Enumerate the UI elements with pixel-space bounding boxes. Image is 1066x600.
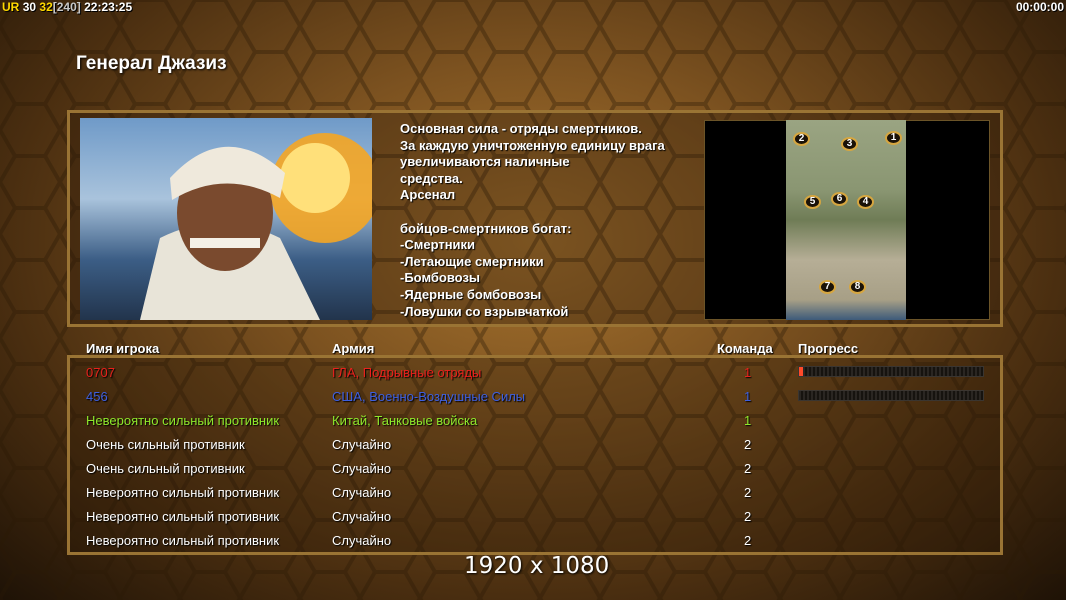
player-team: 2 <box>744 509 752 524</box>
table-row: Очень сильный противник Случайно 2 <box>86 437 986 457</box>
table-row: 456 США, Военно-Воздушные Силы 1 <box>86 389 986 409</box>
player-name: Очень сильный противник <box>86 461 245 476</box>
header-team: Команда <box>717 341 773 356</box>
table-row: Невероятно сильный противник Случайно 2 <box>86 533 986 553</box>
player-army: Случайно <box>332 461 392 476</box>
player-name: Невероятно сильный противник <box>86 509 280 524</box>
start-position-2[interactable]: 2 <box>793 132 810 146</box>
player-name: 456 <box>86 389 108 404</box>
table-row: Очень сильный противник Случайно 2 <box>86 461 986 481</box>
start-position-6[interactable]: 6 <box>831 192 848 206</box>
player-army: Китай, Танковые войска <box>332 413 478 428</box>
player-team: 2 <box>744 461 752 476</box>
general-description: Основная сила - отряды смертников. За ка… <box>400 121 665 319</box>
resolution-label: 1920 x 1080 <box>464 553 610 579</box>
table-row: 0707 ГЛА, Подрывные отряды 1 <box>86 365 986 385</box>
start-position-1[interactable]: 1 <box>885 131 902 145</box>
table-row: Невероятно сильный противник Случайно 2 <box>86 485 986 505</box>
general-portrait <box>80 118 372 320</box>
ur-label: UR <box>2 0 20 14</box>
player-army: Случайно <box>332 485 392 500</box>
header-progress: Прогресс <box>798 341 859 356</box>
player-army: США, Военно-Воздушные Силы <box>332 389 526 404</box>
start-position-8[interactable]: 8 <box>849 280 866 294</box>
portrait-image <box>140 133 372 320</box>
player-name: Невероятно сильный противник <box>86 485 280 500</box>
player-name: Невероятно сильный противник <box>86 413 280 428</box>
fps-value-2: 32 <box>39 0 53 14</box>
map-preview[interactable]: 2 1 3 5 6 4 7 8 <box>786 120 906 320</box>
player-team: 1 <box>744 389 752 404</box>
table-row: Невероятно сильный противник Китай, Танко… <box>86 413 986 433</box>
player-team: 1 <box>744 413 752 428</box>
fps-cap: [240] <box>52 0 81 14</box>
progress-fill <box>799 367 803 376</box>
game-timer: 00:00:00 <box>1015 0 1064 14</box>
player-team: 2 <box>744 533 752 548</box>
loading-progress-bar <box>798 366 984 377</box>
player-army: ГЛА, Подрывные отряды <box>332 365 482 380</box>
header-player-name: Имя игрока <box>86 341 160 356</box>
player-name: Очень сильный противник <box>86 437 245 452</box>
player-army: Случайно <box>332 509 392 524</box>
start-position-3[interactable]: 3 <box>841 137 858 151</box>
general-title: Генерал Джазиз <box>76 53 227 74</box>
table-row: Невероятно сильный противник Случайно 2 <box>86 509 986 529</box>
player-team: 1 <box>744 365 752 380</box>
loading-progress-bar <box>798 390 984 401</box>
fps-value: 30 <box>22 0 37 14</box>
system-clock: 22:23:25 <box>84 0 133 14</box>
start-position-4[interactable]: 4 <box>857 195 874 209</box>
player-team: 2 <box>744 437 752 452</box>
start-position-5[interactable]: 5 <box>804 195 821 209</box>
player-army: Случайно <box>332 533 392 548</box>
player-army: Случайно <box>332 437 392 452</box>
header-army: Армия <box>332 341 375 356</box>
start-position-7[interactable]: 7 <box>819 280 836 294</box>
fps-overlay: UR 30 32[240] 22:23:25 <box>2 0 132 14</box>
player-team: 2 <box>744 485 752 500</box>
player-name: 0707 <box>86 365 115 380</box>
player-name: Невероятно сильный противник <box>86 533 280 548</box>
